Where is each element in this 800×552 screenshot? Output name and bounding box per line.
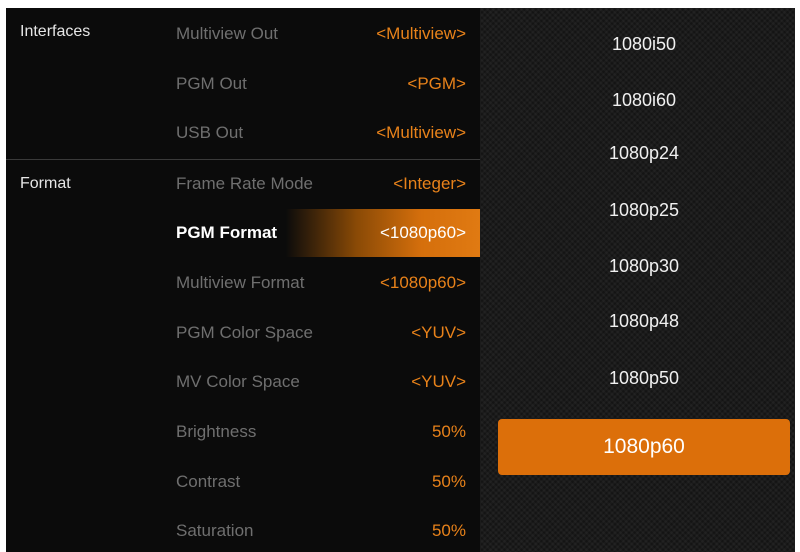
row-label: Multiview Format [176, 273, 305, 292]
row-frame-rate-mode[interactable]: Frame Rate Mode <Integer> [156, 160, 480, 208]
row-value: <1080p60> [379, 223, 466, 242]
format-option[interactable]: 1080i50 [498, 16, 790, 72]
format-option[interactable]: 1080i60 [498, 72, 790, 128]
row-label: Saturation [176, 521, 254, 540]
row-value: 50% [431, 472, 466, 491]
row-multiview-format[interactable]: Multiview Format <1080p60> [156, 259, 480, 307]
row-saturation[interactable]: Saturation 50% [156, 507, 480, 552]
row-value: <YUV> [411, 323, 466, 342]
settings-screen: Interfaces Multiview Out <Multiview> PGM… [6, 8, 795, 552]
row-mv-color-space[interactable]: MV Color Space <YUV> [156, 358, 480, 406]
format-dropdown-list: 1080i50 1080i60 1080p24 1080p25 1080p30 … [480, 8, 795, 552]
row-label: PGM Format [176, 223, 278, 242]
row-label: Brightness [176, 422, 257, 441]
row-label: Contrast [176, 472, 241, 491]
row-value: <Multiview> [376, 24, 466, 43]
section-format: Format [20, 175, 71, 192]
format-option[interactable]: 1080p48 [498, 293, 790, 349]
format-option-selected[interactable]: 1080p60 [498, 419, 790, 475]
row-pgm-out[interactable]: PGM Out <PGM> [156, 60, 480, 108]
row-value: 50% [431, 521, 466, 540]
row-value: <Multiview> [376, 123, 466, 142]
row-value: <Integer> [393, 174, 466, 193]
row-value: <1080p60> [379, 273, 466, 292]
row-value: <YUV> [411, 372, 466, 391]
settings-menu: Interfaces Multiview Out <Multiview> PGM… [6, 8, 480, 552]
row-pgm-format[interactable]: PGM Format <1080p60> [156, 209, 480, 257]
row-label: Multiview Out [176, 24, 279, 43]
section-interfaces: Interfaces [20, 23, 91, 40]
format-option[interactable]: 1080p24 [498, 125, 790, 181]
row-label: Frame Rate Mode [176, 174, 313, 193]
format-option[interactable]: 1080p50 [498, 350, 790, 406]
row-label: MV Color Space [176, 372, 300, 391]
row-usb-out[interactable]: USB Out <Multiview> [156, 109, 480, 157]
format-option[interactable]: 1080p25 [498, 182, 790, 238]
row-pgm-color-space[interactable]: PGM Color Space <YUV> [156, 309, 480, 357]
row-contrast[interactable]: Contrast 50% [156, 458, 480, 506]
row-brightness[interactable]: Brightness 50% [156, 408, 480, 456]
row-label: USB Out [176, 123, 244, 142]
format-option[interactable]: 1080p30 [498, 238, 790, 294]
row-multiview-out[interactable]: Multiview Out <Multiview> [156, 10, 480, 58]
row-value: <PGM> [407, 74, 466, 93]
row-value: 50% [431, 422, 466, 441]
row-label: PGM Out [176, 74, 247, 93]
row-label: PGM Color Space [176, 323, 313, 342]
